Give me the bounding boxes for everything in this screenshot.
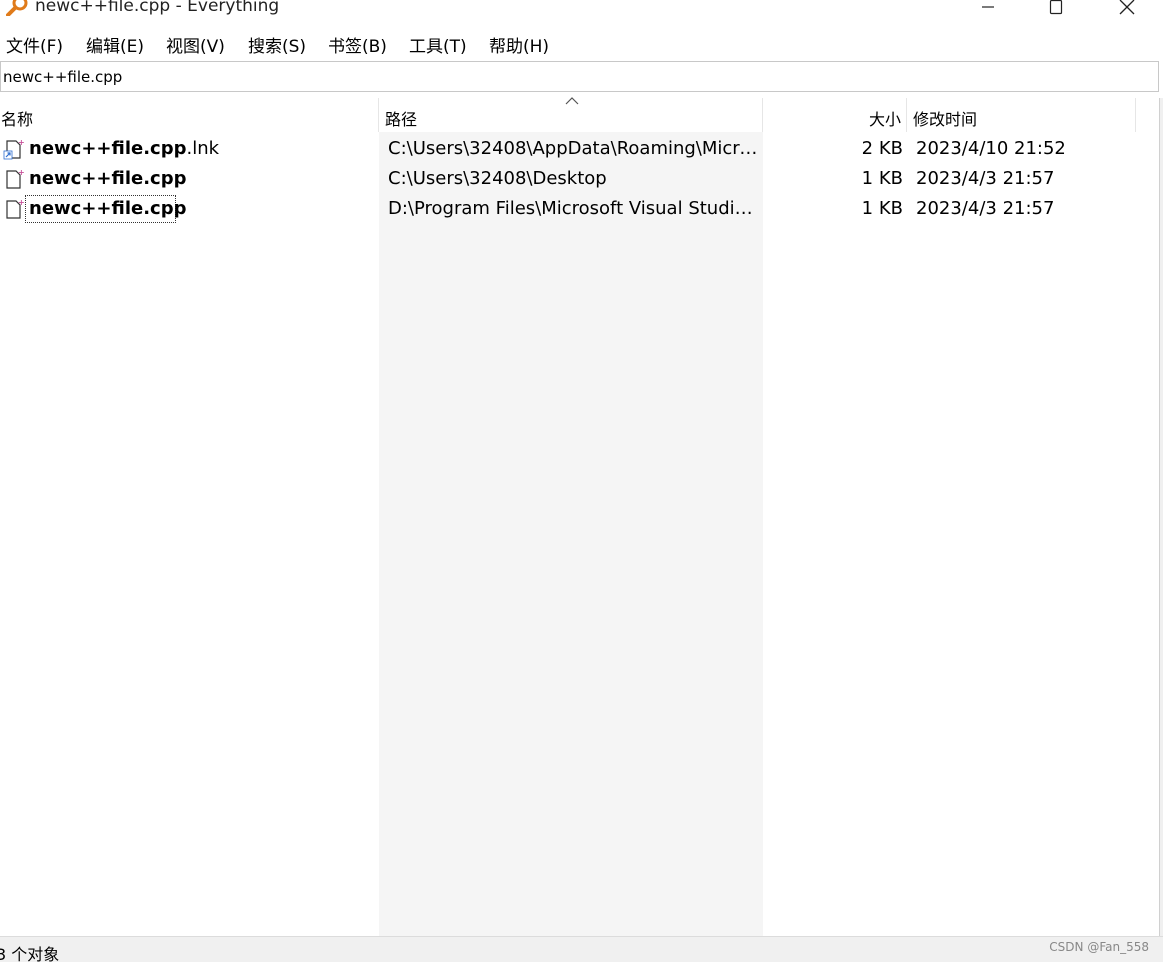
- file-modified: 2023/4/3 21:57: [916, 198, 1055, 219]
- cpp-file-icon: ++: [6, 198, 25, 219]
- file-size: 2 KB: [861, 138, 903, 159]
- column-header-modified[interactable]: 修改时间: [907, 98, 1136, 132]
- file-name-base: newc++file.cpp: [29, 168, 187, 189]
- path-column-background: [379, 132, 763, 936]
- file-name: newc++file.cpp: [29, 198, 186, 219]
- maximize-icon: [1049, 0, 1063, 15]
- svg-text:++: ++: [18, 168, 25, 177]
- status-count: 3 个对象: [0, 945, 60, 962]
- cpp-file-icon: ++: [6, 168, 25, 189]
- results-list[interactable]: ++ newc++file.cpp.lnk C:\Users\32408\App…: [0, 132, 1163, 936]
- file-path: C:\Users\32408\Desktop: [388, 168, 607, 189]
- shortcut-file-icon: ++: [3, 138, 25, 160]
- close-button[interactable]: [1104, 0, 1150, 20]
- column-header-size[interactable]: 大小: [763, 98, 907, 132]
- menu-tools[interactable]: 工具(T): [409, 32, 467, 57]
- result-row[interactable]: ++ newc++file.cpp D:\Program Files\Micro…: [0, 194, 1163, 224]
- result-row[interactable]: ++ newc++file.cpp C:\Users\32408\Desktop…: [0, 164, 1163, 194]
- search-box: [0, 61, 1159, 92]
- menu-view[interactable]: 视图(V): [166, 32, 225, 57]
- watermark: CSDN @Fan_558: [1049, 940, 1149, 954]
- column-header-name-label: 名称: [1, 110, 34, 129]
- svg-text:++: ++: [18, 198, 25, 207]
- column-header-modified-label: 修改时间: [913, 110, 978, 129]
- file-name-base: newc++file.cpp: [29, 198, 187, 219]
- file-path: D:\Program Files\Microsoft Visual Studio…: [388, 198, 760, 219]
- everything-window: newc++file.cpp - Everything 文件(F) 编辑(E) …: [0, 0, 1163, 962]
- file-size: 1 KB: [861, 198, 903, 219]
- svg-text:++: ++: [18, 138, 25, 147]
- menu-bookmarks[interactable]: 书签(B): [328, 32, 387, 57]
- menu-search[interactable]: 搜索(S): [248, 32, 306, 57]
- menu-bar: 文件(F) 编辑(E) 视图(V) 搜索(S) 书签(B) 工具(T) 帮助(H…: [0, 28, 1163, 58]
- minimize-icon: [982, 6, 994, 8]
- maximize-button[interactable]: [1033, 0, 1079, 20]
- menu-help[interactable]: 帮助(H): [489, 32, 549, 57]
- result-row[interactable]: ++ newc++file.cpp.lnk C:\Users\32408\App…: [0, 134, 1163, 164]
- column-header-name[interactable]: 名称: [0, 98, 379, 132]
- window-title: newc++file.cpp - Everything: [35, 0, 280, 16]
- file-name-ext: .lnk: [186, 138, 220, 159]
- title-bar: newc++file.cpp - Everything: [0, 0, 1163, 28]
- status-bar: 3 个对象 CSDN @Fan_558: [0, 936, 1163, 962]
- file-name: newc++file.cpp.lnk: [29, 138, 219, 159]
- column-headers: 名称 路径 大小 修改时间: [0, 98, 1163, 132]
- file-path: C:\Users\32408\AppData\Roaming\Micro...: [388, 138, 760, 159]
- column-header-size-label: 大小: [868, 110, 901, 129]
- search-input[interactable]: [3, 64, 1153, 89]
- column-divider[interactable]: [1135, 98, 1136, 132]
- file-name-base: newc++file.cpp: [29, 138, 187, 159]
- menu-edit[interactable]: 编辑(E): [86, 32, 144, 57]
- column-header-path-label: 路径: [385, 110, 418, 129]
- file-modified: 2023/4/10 21:52: [916, 138, 1066, 159]
- close-icon: [1119, 0, 1135, 15]
- file-modified: 2023/4/3 21:57: [916, 168, 1055, 189]
- magnifier-icon: [6, 0, 28, 16]
- minimize-button[interactable]: [965, 0, 1011, 20]
- file-name: newc++file.cpp: [29, 168, 186, 189]
- file-size: 1 KB: [861, 168, 903, 189]
- menu-file[interactable]: 文件(F): [6, 32, 63, 57]
- sort-ascending-icon: [565, 97, 579, 105]
- vertical-scrollbar[interactable]: [1159, 98, 1163, 936]
